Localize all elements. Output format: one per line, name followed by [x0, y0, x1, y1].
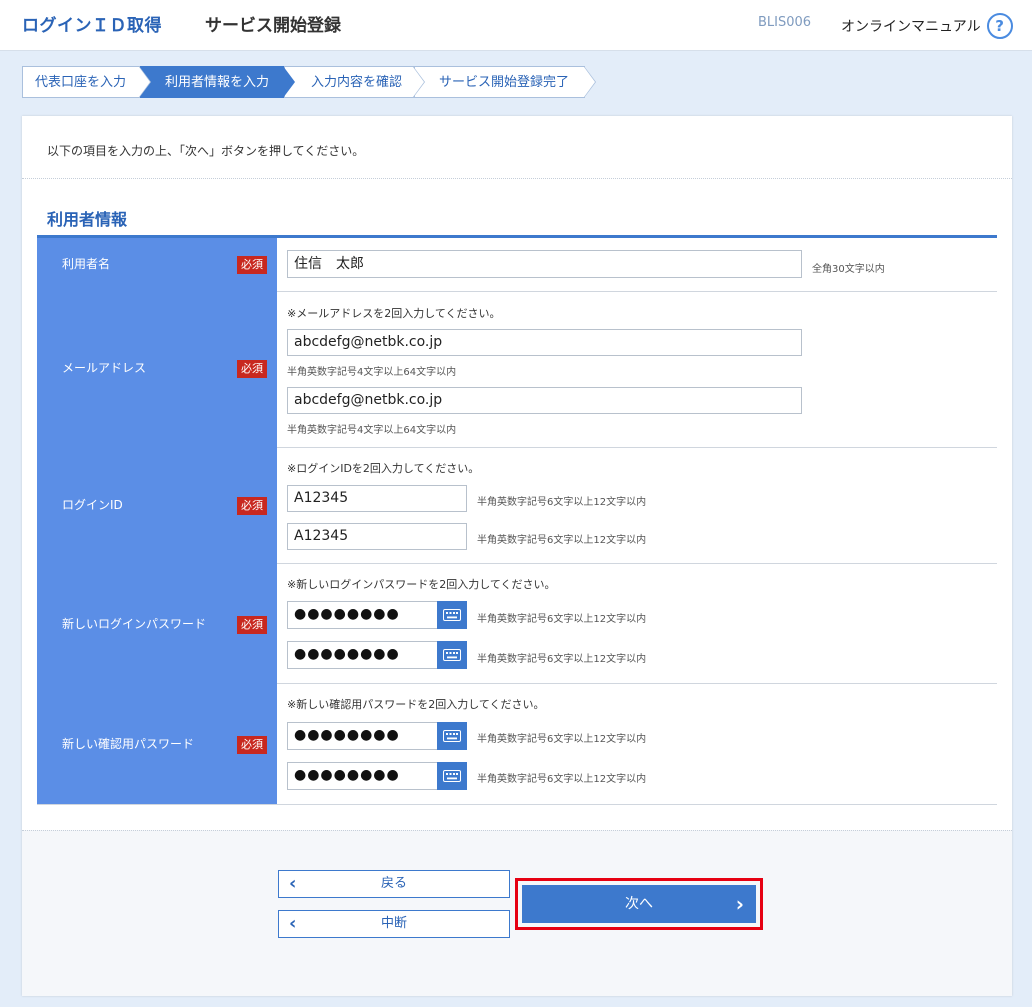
confirm-password-field[interactable]: ●●●●●●●● [287, 722, 467, 750]
header: ログインＩＤ取得 サービス開始登録 BLIS006 オンラインマニュアル ? [0, 0, 1032, 51]
email-hint: 半角英数字記号4文字以上64文字以内 [287, 367, 457, 378]
required-badge: 必須 [237, 616, 267, 634]
required-badge: 必須 [237, 256, 267, 274]
login-password-hint: 半角英数字記号6文字以上12文字以内 [477, 614, 647, 625]
software-keyboard-icon[interactable] [437, 762, 467, 790]
label-cell-login-id: ログインID 必須 [37, 447, 277, 563]
confirm-password-confirm-hint: 半角英数字記号6文字以上12文字以内 [477, 774, 647, 785]
login-password-note: ※新しいログインパスワードを2回入力してください。 [287, 578, 556, 591]
next-button[interactable]: 次へ › [522, 885, 756, 923]
label-cell-login-password: 新しいログインパスワード 必須 [37, 563, 277, 683]
email-label: メールアドレス [62, 361, 147, 375]
login-id-label: ログインID [62, 498, 123, 512]
row-confirm-password: 新しい確認用パスワード 必須 ※新しい確認用パスワードを2回入力してください。 … [37, 683, 997, 805]
online-manual-link[interactable]: オンラインマニュアル ? [841, 13, 1013, 39]
email-field[interactable]: abcdefg@netbk.co.jp [287, 329, 802, 356]
login-password-field[interactable]: ●●●●●●●● [287, 601, 467, 629]
masked-value: ●●●●●●●● [294, 767, 400, 783]
row-user-name: 利用者名 必須 住信 太郎 全角30文字以内 [37, 238, 997, 292]
user-name-input[interactable]: 住信 太郎 [287, 250, 802, 278]
divider [22, 830, 1012, 831]
section-title: 利用者情報 [47, 210, 128, 229]
page-title: サービス開始登録 [205, 16, 341, 36]
back-button[interactable]: ‹ 戻る [278, 870, 510, 898]
required-badge: 必須 [237, 497, 267, 515]
masked-value: ●●●●●●●● [294, 606, 400, 622]
step-3-label: 入力内容を確認 [311, 75, 403, 90]
chevron-left-icon: ‹ [289, 913, 297, 934]
chevron-left-icon: ‹ [289, 873, 297, 894]
user-name-label: 利用者名 [62, 257, 111, 271]
online-manual-label: オンラインマニュアル [841, 19, 981, 35]
back-button-label: 戻る [380, 876, 407, 891]
chevron-right-icon: › [735, 892, 744, 916]
suspend-button[interactable]: ‹ 中断 [278, 910, 510, 938]
main-panel: 以下の項目を入力の上、「次へ」ボタンを押してください。 利用者情報 利用者名 必… [22, 116, 1012, 996]
label-cell-user-name: 利用者名 必須 [37, 238, 277, 291]
step-2-current: 利用者情報を入力 [140, 66, 295, 98]
confirm-password-hint: 半角英数字記号6文字以上12文字以内 [477, 734, 647, 745]
confirm-password-label: 新しい確認用パスワード [62, 737, 195, 751]
software-keyboard-icon[interactable] [437, 641, 467, 669]
help-icon[interactable]: ? [986, 13, 1013, 39]
confirm-password-confirm-field[interactable]: ●●●●●●●● [287, 762, 467, 790]
step-1-label: 代表口座を入力 [35, 75, 127, 90]
login-password-confirm-hint: 半角英数字記号6文字以上12文字以内 [477, 654, 647, 665]
required-badge: 必須 [237, 360, 267, 378]
step-1: 代表口座を入力 [22, 66, 151, 98]
step-3: 入力内容を確認 [284, 66, 425, 98]
divider [22, 178, 1012, 179]
confirm-password-note: ※新しい確認用パスワードを2回入力してください。 [287, 698, 545, 711]
email-note: ※メールアドレスを2回入力してください。 [287, 307, 501, 320]
software-keyboard-icon[interactable] [437, 601, 467, 629]
app-title: ログインＩＤ取得 [22, 16, 162, 36]
user-name-hint: 全角30文字以内 [812, 264, 885, 275]
suspend-button-label: 中断 [380, 916, 407, 931]
masked-value: ●●●●●●●● [294, 727, 400, 743]
instruction-text: 以下の項目を入力の上、「次へ」ボタンを押してください。 [47, 144, 365, 158]
row-email: メールアドレス 必須 ※メールアドレスを2回入力してください。 abcdefg@… [37, 291, 997, 448]
step-4: サービス開始登録完了 [414, 66, 596, 98]
software-keyboard-icon[interactable] [437, 722, 467, 750]
login-id-note: ※ログインIDを2回入力してください。 [287, 462, 480, 475]
email-confirm-field[interactable]: abcdefg@netbk.co.jp [287, 387, 802, 414]
label-cell-confirm-password: 新しい確認用パスワード 必須 [37, 683, 277, 804]
email-confirm-hint: 半角英数字記号4文字以上64文字以内 [287, 425, 457, 436]
step-2-label: 利用者情報を入力 [165, 75, 270, 90]
label-cell-email: メールアドレス 必須 [37, 291, 277, 447]
login-password-confirm-field[interactable]: ●●●●●●●● [287, 641, 467, 669]
login-id-confirm-field[interactable]: A12345 [287, 523, 467, 550]
row-login-id: ログインID 必須 ※ログインIDを2回入力してください。 A12345 半角英… [37, 447, 997, 564]
required-badge: 必須 [237, 736, 267, 754]
screen-id: BLIS006 [758, 15, 812, 30]
login-password-label: 新しいログインパスワード [62, 617, 207, 631]
login-id-hint: 半角英数字記号6文字以上12文字以内 [477, 497, 647, 508]
step-4-label: サービス開始登録完了 [439, 75, 570, 90]
masked-value: ●●●●●●●● [294, 646, 400, 662]
next-button-label: 次へ [625, 896, 653, 912]
row-login-password: 新しいログインパスワード 必須 ※新しいログインパスワードを2回入力してください… [37, 563, 997, 684]
login-id-confirm-hint: 半角英数字記号6文字以上12文字以内 [477, 535, 647, 546]
login-id-field[interactable]: A12345 [287, 485, 467, 512]
